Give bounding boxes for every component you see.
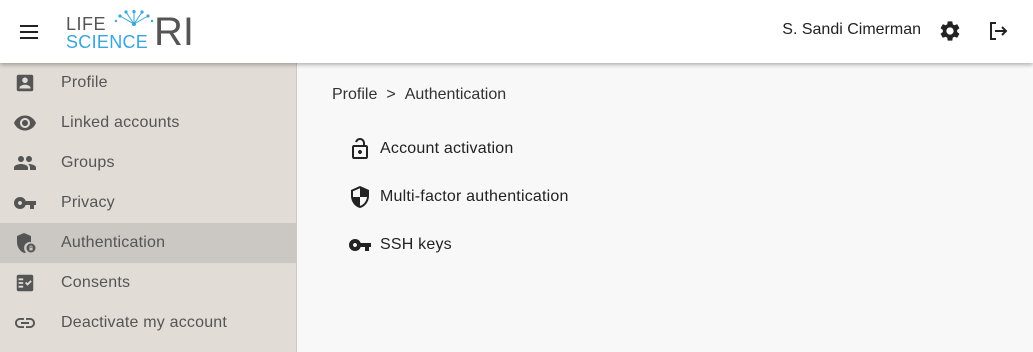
ssh-keys-item[interactable]: SSH keys	[346, 230, 452, 260]
account-activation-item[interactable]: Account activation	[346, 134, 513, 164]
settings-button[interactable]	[936, 17, 964, 45]
logout-icon	[990, 22, 1008, 40]
lock-open-icon	[346, 135, 374, 163]
account-activation-label: Account activation	[380, 140, 514, 157]
eye-icon	[13, 111, 37, 135]
sidebar-item-consents[interactable]: Consents	[0, 263, 296, 303]
ssh-keys-label: SSH keys	[380, 236, 452, 253]
sidebar-item-privacy[interactable]: Privacy	[0, 183, 296, 223]
sidebar-item-label: Privacy	[61, 194, 115, 211]
link-icon	[13, 311, 37, 335]
sidebar-item-label: Profile	[61, 74, 108, 91]
logout-button[interactable]	[984, 17, 1012, 45]
breadcrumb-profile[interactable]: Profile	[332, 86, 377, 104]
logo-text-ri: RI	[154, 10, 194, 54]
user-name[interactable]: S. Sandi Cimerman	[782, 21, 921, 39]
sidebar-item-label: Authentication	[61, 234, 166, 251]
shield-icon	[346, 183, 374, 211]
sidebar-item-label: Consents	[61, 274, 131, 291]
sidebar-item-linked-accounts[interactable]: Linked accounts	[0, 103, 296, 143]
account-box-icon	[13, 71, 37, 95]
top-app-bar: LIFE SCIENCE RI S. Sandi Cimerman	[0, 0, 1033, 63]
checklist-icon	[13, 271, 37, 295]
sidebar-item-groups[interactable]: Groups	[0, 143, 296, 183]
gear-icon	[940, 21, 960, 41]
sidebar-item-authentication[interactable]: Authentication	[0, 223, 296, 263]
multi-factor-authentication-item[interactable]: Multi-factor authentication	[346, 182, 568, 212]
people-icon	[13, 151, 37, 175]
sidebar-item-label: Linked accounts	[61, 114, 180, 131]
sidebar-item-deactivate[interactable]: Deactivate my account	[0, 303, 296, 343]
breadcrumb-current: Authentication	[404, 86, 507, 103]
key-icon	[346, 231, 374, 259]
menu-icon	[20, 25, 38, 39]
breadcrumb: Profile > Authentication	[332, 86, 506, 104]
shield-lock-icon	[13, 231, 37, 255]
key-icon	[13, 191, 37, 215]
logo-dots-icon	[114, 10, 154, 26]
menu-button[interactable]	[14, 17, 44, 47]
sidebar: Profile Linked accounts Groups Privacy A…	[0, 63, 297, 352]
sidebar-item-profile[interactable]: Profile	[0, 63, 296, 103]
multi-factor-authentication-label: Multi-factor authentication	[380, 188, 569, 205]
logo[interactable]: LIFE SCIENCE RI	[66, 10, 196, 54]
breadcrumb-separator: >	[386, 86, 396, 103]
sidebar-item-label: Deactivate my account	[61, 314, 228, 331]
sidebar-item-label: Groups	[61, 154, 115, 171]
logo-text-science: SCIENCE	[66, 32, 149, 52]
